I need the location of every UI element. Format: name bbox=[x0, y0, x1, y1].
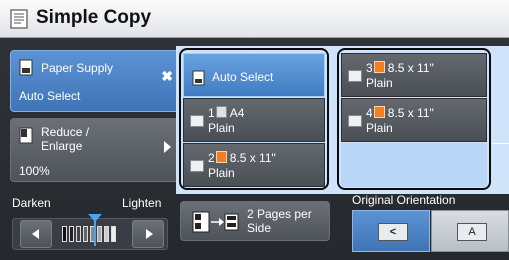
paper-icon bbox=[373, 61, 385, 73]
tray-checkbox bbox=[190, 115, 204, 127]
reduce-enlarge-label: Reduce / Enlarge bbox=[41, 125, 90, 153]
tray-empty-slot bbox=[341, 143, 487, 187]
tray-4-size: 4 8.5 x 11" bbox=[366, 106, 434, 120]
paper-supply-button[interactable]: Paper Supply Auto Select ✖ bbox=[10, 50, 180, 112]
tray-auto-select-label: Auto Select bbox=[212, 70, 274, 84]
lighten-label: Lighten bbox=[122, 196, 162, 210]
paper-icon bbox=[373, 106, 385, 118]
rotated-text-icon: < bbox=[378, 223, 408, 241]
paper-tray-icon bbox=[192, 70, 205, 86]
tray-4-button[interactable]: 4 8.5 x 11" Plain bbox=[341, 98, 487, 142]
darken-arrow-button[interactable] bbox=[20, 220, 52, 248]
reduce-enlarge-value: 100% bbox=[19, 164, 50, 178]
tray-3-type: Plain bbox=[366, 76, 393, 90]
tray-checkbox bbox=[190, 160, 204, 172]
chevron-right-icon bbox=[164, 141, 171, 153]
orientation-label: Original Orientation bbox=[352, 193, 456, 207]
tray-3-size: 3 8.5 x 11" bbox=[366, 61, 434, 75]
title-bar: Simple Copy bbox=[0, 0, 509, 38]
tray-3-button[interactable]: 3 8.5 x 11" Plain bbox=[341, 53, 487, 97]
density-pointer-line bbox=[94, 220, 96, 246]
tray-auto-select-button[interactable]: Auto Select bbox=[183, 53, 325, 97]
orientation-left-button[interactable]: < bbox=[352, 210, 430, 252]
reduce-enlarge-button[interactable]: Reduce / Enlarge 100% bbox=[10, 118, 180, 182]
tray-checkbox bbox=[348, 115, 362, 127]
divider bbox=[492, 143, 509, 144]
pages-per-side-label: 2 Pages per Side bbox=[247, 207, 312, 235]
close-icon[interactable]: ✖ bbox=[161, 68, 173, 85]
tray-4-type: Plain bbox=[366, 121, 393, 135]
paper-tray-icon bbox=[19, 59, 33, 76]
main-panel: Paper Supply Auto Select ✖ Reduce / Enlar… bbox=[0, 38, 509, 260]
lighten-arrow-button[interactable] bbox=[132, 220, 164, 248]
upright-text-icon: A bbox=[457, 223, 487, 241]
tray-2-type: Plain bbox=[208, 166, 235, 180]
orientation-upright-button[interactable]: A bbox=[431, 210, 509, 252]
page-title: Simple Copy bbox=[36, 7, 152, 28]
reduce-enlarge-icon bbox=[19, 127, 33, 144]
paper-icon bbox=[215, 151, 227, 163]
density-scale bbox=[62, 224, 122, 244]
tray-checkbox bbox=[348, 70, 362, 82]
tray-2-size: 2 8.5 x 11" bbox=[208, 151, 276, 165]
tray-1-size: 1 A4 bbox=[208, 106, 245, 120]
paper-icon bbox=[215, 106, 227, 118]
tray-1-type: Plain bbox=[208, 121, 235, 135]
darken-label: Darken bbox=[12, 196, 51, 210]
two-pages-icon bbox=[192, 211, 239, 233]
pages-per-side-button[interactable]: 2 Pages per Side bbox=[180, 201, 330, 241]
tray-2-button[interactable]: 2 8.5 x 11" Plain bbox=[183, 143, 325, 187]
paper-supply-value: Auto Select bbox=[19, 89, 81, 103]
paper-supply-label: Paper Supply bbox=[41, 61, 114, 75]
tray-1-button[interactable]: 1 A4 Plain bbox=[183, 98, 325, 142]
document-icon bbox=[10, 9, 28, 29]
